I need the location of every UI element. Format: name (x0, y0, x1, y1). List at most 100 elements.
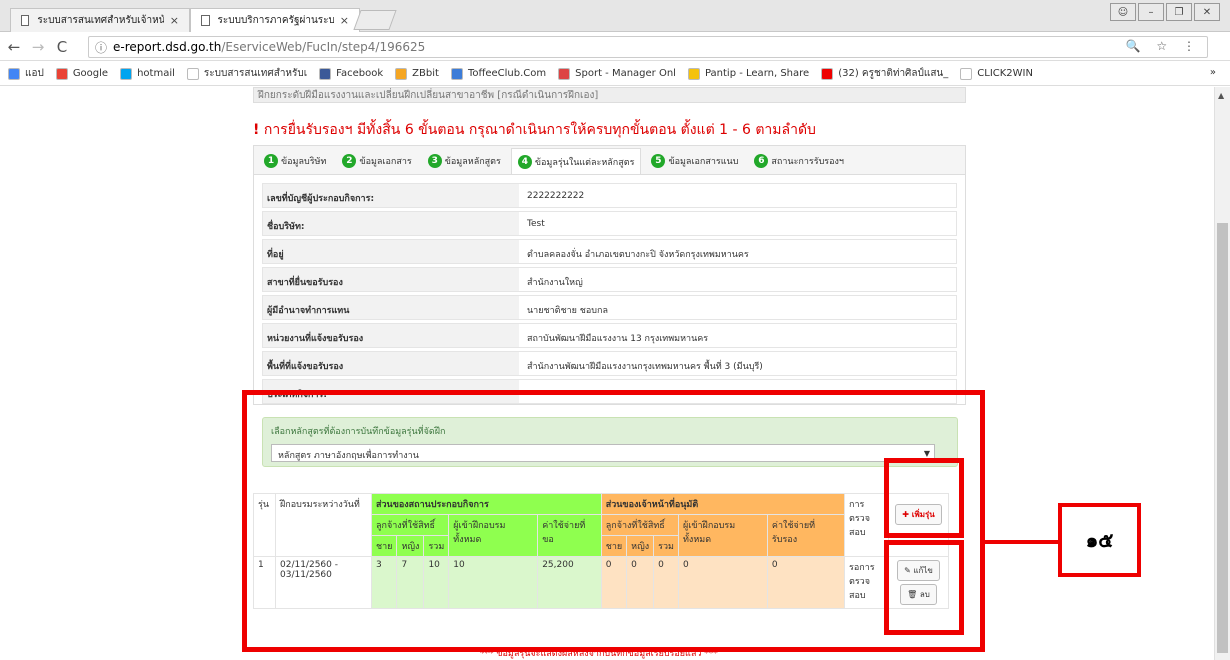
bookmark-icon (120, 67, 133, 80)
cell-trainees: 10 (448, 556, 539, 609)
header-female: หญิง (626, 535, 655, 557)
bookmark-label: แอป (25, 68, 44, 79)
add-batch-button[interactable]: ✚ เพิ่มรุ่น (895, 504, 942, 525)
cell-male: 3 (370, 556, 398, 609)
bookmark-label: Google (72, 68, 109, 79)
info-value: ตำบลคลองจั่น อำเภอเขตบางกะปิ จังหวัดกรุง… (519, 240, 956, 263)
callout-label: ๑๕ (1058, 503, 1141, 577)
address-bar-row: ← → C ⓘ e-report.dsd.go.th/EserviceWeb/F… (0, 33, 1230, 61)
new-tab-button[interactable] (353, 10, 397, 30)
info-row: เลขที่บัญชีผู้ประกอบกิจการ: 2222222222 (262, 183, 957, 208)
step-label: ข้อมูลเอกสารแนบ (668, 157, 739, 167)
batch-table: รุ่น ฝึกอบรมระหว่างวันที่ ส่วนของสถานประ… (253, 493, 949, 609)
back-icon[interactable]: ← (4, 38, 24, 56)
bookmark-icon (319, 67, 332, 80)
bookmark-label: Sport - Manager Onl (575, 68, 676, 79)
bookmark-item[interactable]: Pantip - Learn, Share (687, 67, 810, 80)
step-tab-6[interactable]: 6 สถานะการรับรองฯ (748, 148, 850, 174)
minimize-icon[interactable]: – (1138, 3, 1164, 21)
browser-tab-2[interactable]: ระบบบริการภาครัฐผ่านระบบ × (190, 8, 360, 32)
step-number: 3 (427, 154, 442, 168)
bookmark-item[interactable]: ระบบสารสนเทศสำหรับเ (186, 66, 307, 81)
scrollbar-thumb[interactable] (1217, 223, 1228, 653)
user-icon[interactable]: ☺ (1110, 3, 1136, 21)
bookmark-label: CLICK2WIN (977, 68, 1033, 79)
close-window-icon[interactable]: ✕ (1194, 3, 1220, 21)
bookmark-item[interactable]: CLICK2WIN (960, 67, 1033, 80)
scroll-up-icon[interactable]: ▲ (1218, 91, 1224, 100)
step-label: สถานะการรับรองฯ (771, 157, 844, 167)
step-tab-1[interactable]: 1 ข้อมูลบริษัท (258, 148, 332, 174)
delete-button[interactable]: 🗑 ลบ (900, 584, 937, 605)
bookmark-item[interactable]: แอป (8, 66, 44, 81)
chevron-down-icon: ▼ (923, 449, 930, 458)
header-total: รวม (653, 535, 679, 557)
step-tab-2[interactable]: 2 ข้อมูลเอกสาร (336, 148, 417, 174)
close-tab-icon[interactable]: × (340, 14, 349, 27)
bookmark-icon (558, 67, 571, 80)
info-value: Test (519, 212, 956, 235)
bookmark-item[interactable]: ToffeeClub.Com (450, 67, 547, 80)
header-male: ชาย (370, 535, 398, 557)
omnibox-icons[interactable]: 🔍 ☆ ⋮ (1126, 39, 1201, 53)
info-row: ที่อยู่ ตำบลคลองจั่น อำเภอเขตบางกะปิ จังห… (262, 239, 957, 264)
bookmarks-bar: แอป Google hotmail ระบบสารสนเทศสำหรับเ Faceb… (0, 62, 1230, 86)
reload-icon[interactable]: C (52, 38, 72, 56)
bookmark-label: ToffeeClub.Com (467, 68, 547, 79)
browser-tabbar: ระบบสารสนเทศสำหรับเจ้าหน้ × ระบบบริการภา… (0, 0, 1230, 32)
url-input[interactable]: ⓘ e-report.dsd.go.th/EserviceWeb/FucIn/s… (88, 36, 1208, 58)
info-value: สำนักงานพัฒนาฝีมือแรงงานกรุงเทพมหานคร พื… (519, 352, 956, 375)
document-icon (201, 15, 210, 26)
scrollbar[interactable]: ▲ (1214, 87, 1230, 660)
bookmark-item[interactable]: ZBbit (395, 67, 439, 80)
step-tabs: 1 ข้อมูลบริษัท 2 ข้อมูลเอกสาร 3 ข้อมูลหลักสูต… (253, 145, 966, 175)
forward-icon[interactable]: → (28, 38, 48, 56)
url-host: e-report.dsd.go.th (113, 40, 222, 54)
info-icon[interactable]: ⓘ (95, 39, 107, 56)
header-cost: ค่าใช้จ่ายที่ขอ (537, 514, 602, 557)
maximize-icon[interactable]: ❐ (1166, 3, 1192, 21)
info-value (519, 380, 956, 403)
bookmark-item[interactable]: hotmail (120, 67, 175, 80)
bookmark-icon (687, 67, 700, 80)
close-tab-icon[interactable]: × (170, 14, 179, 27)
cell-period: 02/11/2560 - 03/11/2560 (275, 556, 372, 609)
browser-tab-1[interactable]: ระบบสารสนเทศสำหรับเจ้าหน้ × (10, 8, 190, 32)
course-select-panel: เลือกหลักสูตรที่ต้องการบันทึกข้อมูลรุ่นท… (262, 417, 958, 467)
edit-button[interactable]: ✎ แก้ไข (897, 560, 940, 581)
header-male: ชาย (600, 535, 628, 557)
warning-text: ! การยื่นรับรองฯ มีทั้งสิ้น 6 ขั้นตอน กร… (253, 119, 816, 141)
cell-total: 10 (423, 556, 450, 609)
bookmarks-more-icon[interactable]: » (1210, 67, 1216, 78)
header-trainees-officer: ผู้เข้าฝึกอบรมทั้งหมด (678, 514, 768, 557)
bookmark-icon (960, 67, 973, 80)
header-company: ส่วนของสถานประกอบกิจการ (371, 493, 602, 515)
step-tab-4[interactable]: 4 ข้อมูลรุ่นในแต่ละหลักสูตร (510, 148, 642, 174)
window-controls: ☺ – ❐ ✕ (1110, 3, 1220, 21)
info-key: หน่วยงานที่แจ้งขอรับรอง (263, 324, 519, 347)
info-value: 2222222222 (519, 184, 956, 207)
course-select-value: หลักสูตร ภาษาอังกฤษเพื่อการทำงาน (278, 451, 419, 461)
bookmark-item[interactable]: Facebook (319, 67, 383, 80)
step-label: ข้อมูลบริษัท (281, 157, 327, 167)
bookmark-item[interactable]: Google (55, 67, 109, 80)
bookmark-icon (186, 67, 199, 80)
bookmark-label: Pantip - Learn, Share (704, 68, 810, 79)
course-select[interactable]: หลักสูตร ภาษาอังกฤษเพื่อการทำงาน ▼ (271, 444, 935, 462)
info-row: ชื่อบริษัท: Test (262, 211, 957, 236)
info-value: นายชาติชาย ชอบกล (519, 296, 956, 319)
header-trainees: ผู้เข้าฝึกอบรมทั้งหมด (448, 514, 539, 557)
step-number: 5 (651, 154, 666, 168)
bookmark-item[interactable]: Sport - Manager Onl (558, 67, 676, 80)
course-select-label: เลือกหลักสูตรที่ต้องการบันทึกข้อมูลรุ่นท… (271, 427, 446, 437)
bookmark-item[interactable]: (32) ครูชาติท่าศิลป์แสน_ (821, 66, 948, 81)
info-row: สาขาที่ยื่นขอรับรอง สำนักงานใหญ่ (262, 267, 957, 292)
bookmark-icon (450, 67, 463, 80)
step-tab-3[interactable]: 3 ข้อมูลหลักสูตร (422, 148, 507, 174)
tab-title: ระบบสารสนเทศสำหรับเจ้าหน้ (37, 15, 164, 26)
step-tab-5[interactable]: 5 ข้อมูลเอกสารแนบ (645, 148, 744, 174)
info-key: ชื่อบริษัท: (263, 212, 519, 235)
header-employees: ลูกจ้างที่ใช้สิทธิ์ (370, 514, 450, 536)
info-key: ที่อยู่ (263, 240, 519, 263)
cell-cost: 25,200 (537, 556, 602, 609)
